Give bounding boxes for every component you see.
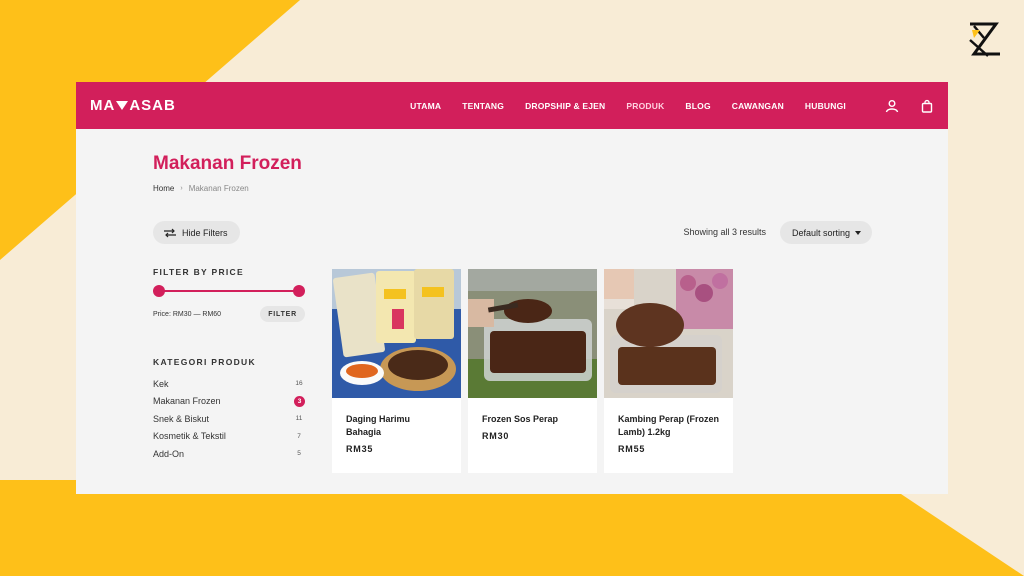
- category-item-kek[interactable]: Kek 16: [153, 375, 305, 393]
- caret-down-icon: [855, 230, 861, 235]
- product-image-sos-perap[interactable]: [468, 269, 597, 398]
- nav-item-dropship-ejen[interactable]: DROPSHIP & EJEN: [525, 101, 605, 111]
- nav-item-hubungi[interactable]: HUBUNGI: [805, 101, 846, 111]
- product-card[interactable]: Kambing Perap (Frozen Lamb) 1.2kg RM55: [604, 269, 733, 473]
- main-nav: UTAMA TENTANG DROPSHIP & EJEN PRODUK BLO…: [410, 99, 934, 113]
- results-count: Showing all 3 results: [683, 227, 766, 237]
- logo-v-mark: [116, 101, 129, 110]
- product-price: RM30: [482, 431, 510, 441]
- breadcrumb-separator: ›: [180, 185, 183, 192]
- product-name[interactable]: Kambing Perap (Frozen Lamb) 1.2kg: [618, 413, 719, 439]
- breadcrumb: Home › Makanan Frozen: [153, 184, 948, 193]
- category-count-active-badge: 3: [294, 395, 305, 407]
- filter-button[interactable]: FILTER: [260, 306, 305, 322]
- breadcrumb-current: Makanan Frozen: [188, 184, 249, 193]
- sorting-label: Default sorting: [791, 227, 850, 238]
- website-frame: MA ASAB UTAMA TENTANG DROPSHIP & EJEN PR…: [76, 82, 948, 494]
- background-yellow-band-bottom: [0, 480, 1024, 576]
- filter-sidebar: FILTER BY PRICE Price: RM30 — RM60 FILTE…: [153, 267, 305, 463]
- nav-item-tentang[interactable]: TENTANG: [462, 101, 504, 111]
- product-name[interactable]: Frozen Sos Perap: [482, 413, 583, 426]
- logo-text-right: ASAB: [129, 97, 176, 114]
- price-slider-track: [158, 290, 300, 292]
- page-title: Makanan Frozen: [153, 153, 302, 174]
- product-price: RM55: [618, 444, 646, 454]
- price-slider-min-handle[interactable]: [153, 285, 165, 297]
- hide-filters-button[interactable]: Hide Filters: [153, 221, 240, 244]
- site-logo[interactable]: MA ASAB: [90, 97, 176, 114]
- shopping-bag-icon[interactable]: [920, 99, 934, 113]
- category-item-snek-biskut[interactable]: Snek & Biskut 11: [153, 410, 305, 428]
- product-image-daging[interactable]: [332, 269, 461, 398]
- price-slider-max-handle[interactable]: [293, 285, 305, 297]
- page-content: Makanan Frozen Home › Makanan Frozen: [76, 153, 948, 193]
- category-label: Kosmetik & Tekstil: [153, 431, 226, 442]
- product-grid: Daging Harimu Bahagia RM35 Frozen Sos Pe…: [332, 269, 733, 473]
- category-list: Kek 16 Makanan Frozen 3 Snek & Biskut 11…: [153, 375, 305, 463]
- category-item-add-on[interactable]: Add-On 5: [153, 445, 305, 463]
- category-label: Add-On: [153, 448, 185, 459]
- category-label: Snek & Biskut: [153, 413, 210, 424]
- product-card[interactable]: Daging Harimu Bahagia RM35: [332, 269, 461, 473]
- category-count: 7: [297, 432, 301, 440]
- filter-toggle-icon: [164, 228, 176, 237]
- nav-item-produk[interactable]: PRODUK: [626, 101, 664, 111]
- categories-heading: KATEGORI PRODUK: [153, 357, 256, 367]
- breadcrumb-home[interactable]: Home: [153, 184, 174, 193]
- shop-toolbar: Hide Filters Showing all 3 results Defau…: [153, 221, 872, 245]
- logo-text-left: MA: [90, 97, 116, 114]
- sorting-select[interactable]: Default sorting: [779, 221, 872, 244]
- category-count: 16: [295, 380, 303, 388]
- category-count: 5: [297, 450, 301, 458]
- category-label: Makanan Frozen: [153, 396, 221, 407]
- nav-item-blog[interactable]: BLOG: [685, 101, 710, 111]
- category-count: 11: [295, 415, 303, 423]
- category-label: Kek: [153, 378, 169, 389]
- product-card[interactable]: Frozen Sos Perap RM30: [468, 269, 597, 473]
- product-image-kambing-perap[interactable]: [604, 269, 733, 398]
- nav-item-cawangan[interactable]: CAWANGAN: [732, 101, 784, 111]
- product-name[interactable]: Daging Harimu Bahagia: [346, 413, 447, 439]
- product-price: RM35: [346, 444, 374, 454]
- site-header: MA ASAB UTAMA TENTANG DROPSHIP & EJEN PR…: [76, 82, 948, 129]
- hide-filters-label: Hide Filters: [182, 227, 228, 238]
- nav-item-utama[interactable]: UTAMA: [410, 101, 441, 111]
- price-range-label: Price: RM30 — RM60: [153, 310, 222, 318]
- user-icon[interactable]: [885, 99, 899, 113]
- category-item-makanan-frozen[interactable]: Makanan Frozen 3: [153, 393, 305, 411]
- category-item-kosmetik-tekstil[interactable]: Kosmetik & Tekstil 7: [153, 428, 305, 446]
- corner-logo-icon: [969, 22, 1000, 57]
- price-row: Price: RM30 — RM60 FILTER: [153, 306, 305, 322]
- filter-price-heading: FILTER BY PRICE: [153, 267, 244, 277]
- price-range-slider[interactable]: [153, 285, 305, 297]
